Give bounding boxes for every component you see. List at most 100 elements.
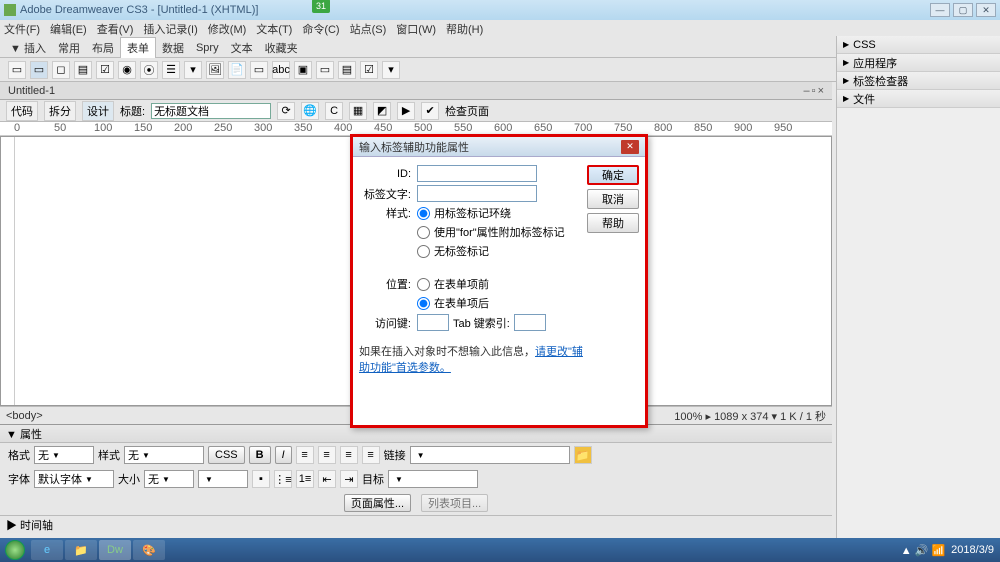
style-radio-wrap[interactable] bbox=[417, 207, 430, 220]
align-center-icon[interactable]: ≡ bbox=[318, 446, 336, 464]
indent-icon[interactable]: ⇥ bbox=[340, 470, 358, 488]
tabindex-input[interactable] bbox=[514, 314, 546, 331]
size-combo[interactable]: 无▼ bbox=[144, 470, 194, 488]
label-icon[interactable]: abc bbox=[272, 61, 290, 79]
panel-files[interactable]: ▶文件 bbox=[837, 90, 1000, 108]
panel-tag-inspector[interactable]: ▶标签检查器 bbox=[837, 72, 1000, 90]
align-right-icon[interactable]: ≡ bbox=[340, 446, 358, 464]
link-combo[interactable]: ▼ bbox=[410, 446, 570, 464]
color-swatch[interactable]: ▪ bbox=[252, 470, 270, 488]
menu-site[interactable]: 站点(S) bbox=[350, 21, 387, 37]
jumpmenu-icon[interactable]: ▾ bbox=[184, 61, 202, 79]
ol-icon[interactable]: 1≡ bbox=[296, 470, 314, 488]
view-design[interactable]: 设计 bbox=[82, 101, 114, 121]
position-radio-after[interactable] bbox=[417, 297, 430, 310]
tag-selector[interactable]: <body> bbox=[6, 410, 43, 422]
panel-css[interactable]: ▶CSS bbox=[837, 36, 1000, 54]
id-input[interactable] bbox=[417, 165, 537, 182]
spry-checkbox-icon[interactable]: ☑ bbox=[360, 61, 378, 79]
tab-layout[interactable]: 布局 bbox=[86, 38, 120, 58]
ul-icon[interactable]: ⋮≡ bbox=[274, 470, 292, 488]
target-combo[interactable]: ▼ bbox=[388, 470, 478, 488]
timeline-panel[interactable]: ▶ 时间轴 bbox=[0, 515, 832, 533]
doc-tab-label[interactable]: Untitled-1 bbox=[8, 85, 55, 97]
menu-edit[interactable]: 编辑(E) bbox=[50, 21, 87, 37]
fieldset-icon[interactable]: ▣ bbox=[294, 61, 312, 79]
tab-common[interactable]: 常用 bbox=[52, 38, 86, 58]
hidden-icon[interactable]: ◻ bbox=[52, 61, 70, 79]
task-dreamweaver[interactable]: Dw bbox=[99, 540, 131, 560]
ut-icon[interactable]: ⟳ bbox=[277, 102, 295, 120]
spry-select-icon[interactable]: ▾ bbox=[382, 61, 400, 79]
minimize-button[interactable]: — bbox=[930, 3, 950, 17]
refresh-icon[interactable]: C bbox=[325, 102, 343, 120]
page-properties-button[interactable]: 页面属性... bbox=[344, 494, 411, 512]
dialog-title-bar[interactable]: 输入标签辅助功能属性 ✕ bbox=[353, 137, 645, 157]
spry-validate-icon[interactable]: ▭ bbox=[316, 61, 334, 79]
italic-button[interactable]: I bbox=[275, 446, 292, 464]
insert-label[interactable]: ▼ 插入 bbox=[4, 38, 52, 58]
outdent-icon[interactable]: ⇤ bbox=[318, 470, 336, 488]
font-combo[interactable]: 默认字体▼ bbox=[34, 470, 114, 488]
checkbox-icon[interactable]: ☑ bbox=[96, 61, 114, 79]
css-button[interactable]: CSS bbox=[208, 446, 245, 464]
check-page-label[interactable]: 检查页面 bbox=[445, 103, 489, 119]
menu-file[interactable]: 文件(F) bbox=[4, 21, 40, 37]
folder-icon[interactable]: 📁 bbox=[574, 446, 592, 464]
textfield-icon[interactable]: ▭ bbox=[30, 61, 48, 79]
align-left-icon[interactable]: ≡ bbox=[296, 446, 314, 464]
style-combo[interactable]: 无▼ bbox=[124, 446, 204, 464]
imagefield-icon[interactable]: 🖼 bbox=[206, 61, 224, 79]
tab-form[interactable]: 表单 bbox=[120, 37, 156, 58]
doc-min[interactable]: – bbox=[804, 85, 810, 97]
help-button[interactable]: 帮助 bbox=[587, 213, 639, 233]
accesskey-input[interactable] bbox=[417, 314, 449, 331]
doc-close[interactable]: × bbox=[818, 85, 824, 97]
format-combo[interactable]: 无▼ bbox=[34, 446, 94, 464]
ok-button[interactable]: 确定 bbox=[587, 165, 639, 185]
task-explorer[interactable]: 📁 bbox=[65, 540, 97, 560]
menu-modify[interactable]: 修改(M) bbox=[208, 21, 247, 37]
tab-text[interactable]: 文本 bbox=[225, 38, 259, 58]
style-radio-none[interactable] bbox=[417, 245, 430, 258]
spry-textarea-icon[interactable]: ▤ bbox=[338, 61, 356, 79]
menu-text[interactable]: 文本(T) bbox=[256, 21, 292, 37]
task-ie[interactable]: e bbox=[31, 540, 63, 560]
start-button[interactable] bbox=[0, 538, 30, 562]
bold-button[interactable]: B bbox=[249, 446, 271, 464]
cancel-button[interactable]: 取消 bbox=[587, 189, 639, 209]
close-button[interactable]: ✕ bbox=[976, 3, 996, 17]
title-input[interactable] bbox=[151, 103, 271, 119]
radio-icon[interactable]: ◉ bbox=[118, 61, 136, 79]
align-justify-icon[interactable]: ≡ bbox=[362, 446, 380, 464]
list-icon[interactable]: ☰ bbox=[162, 61, 180, 79]
view-options-icon[interactable]: ▦ bbox=[349, 102, 367, 120]
preview-icon[interactable]: ▶ bbox=[397, 102, 415, 120]
tray-icons[interactable]: ▲ 🔊 📶 bbox=[901, 544, 945, 557]
menu-help[interactable]: 帮助(H) bbox=[446, 21, 483, 37]
textarea-icon[interactable]: ▤ bbox=[74, 61, 92, 79]
task-paint[interactable]: 🎨 bbox=[133, 540, 165, 560]
unit-combo[interactable]: ▼ bbox=[198, 470, 248, 488]
menu-commands[interactable]: 命令(C) bbox=[302, 21, 339, 37]
view-code[interactable]: 代码 bbox=[6, 101, 38, 121]
tab-favorites[interactable]: 收藏夹 bbox=[259, 38, 304, 58]
dialog-close-button[interactable]: ✕ bbox=[621, 140, 639, 154]
visual-aids-icon[interactable]: ◩ bbox=[373, 102, 391, 120]
globe-icon[interactable]: 🌐 bbox=[301, 102, 319, 120]
tab-spry[interactable]: Spry bbox=[190, 40, 225, 56]
view-split[interactable]: 拆分 bbox=[44, 101, 76, 121]
filefield-icon[interactable]: 📄 bbox=[228, 61, 246, 79]
check-icon[interactable]: ✔ bbox=[421, 102, 439, 120]
button-icon[interactable]: ▭ bbox=[250, 61, 268, 79]
form-icon[interactable]: ▭ bbox=[8, 61, 26, 79]
doc-max[interactable]: ▫ bbox=[812, 85, 816, 97]
label-text-input[interactable] bbox=[417, 185, 537, 202]
position-radio-before[interactable] bbox=[417, 278, 430, 291]
radiogroup-icon[interactable]: ⦿ bbox=[140, 61, 158, 79]
style-radio-for[interactable] bbox=[417, 226, 430, 239]
panel-application[interactable]: ▶应用程序 bbox=[837, 54, 1000, 72]
menu-view[interactable]: 查看(V) bbox=[97, 21, 134, 37]
tab-data[interactable]: 数据 bbox=[156, 38, 190, 58]
maximize-button[interactable]: ▢ bbox=[953, 3, 973, 17]
